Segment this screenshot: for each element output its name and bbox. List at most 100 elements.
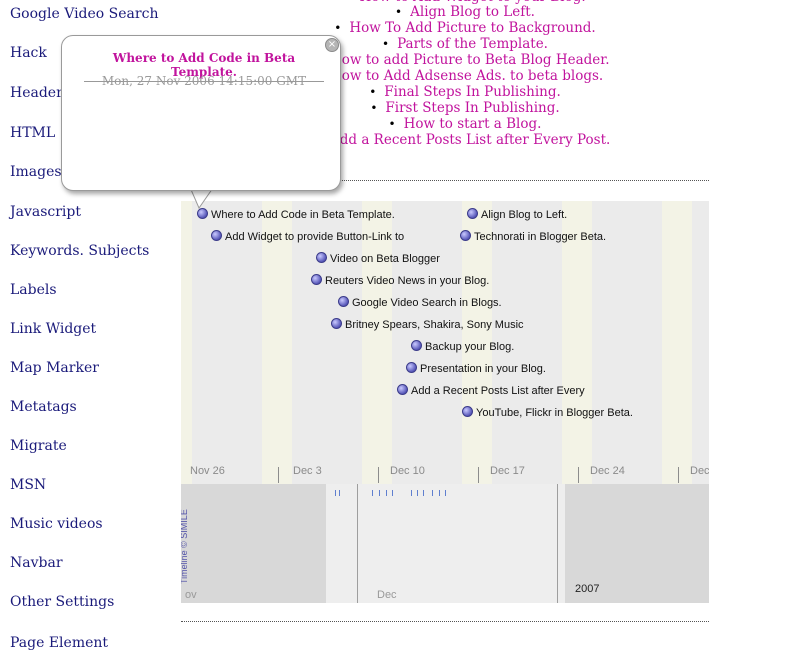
week-tick-line bbox=[478, 467, 479, 483]
sidebar-label-link[interactable]: Images bbox=[10, 164, 62, 180]
timeline-event[interactable]: Align Blog to Left. bbox=[467, 208, 567, 222]
event-dot-icon[interactable] bbox=[338, 296, 349, 307]
event-label[interactable]: Britney Spears, Shakira, Sony Music bbox=[345, 319, 524, 331]
recent-post-link[interactable]: Align Blog to Left. bbox=[410, 4, 535, 20]
week-tick-label: Dec 3 bbox=[293, 465, 322, 477]
sidebar-label-link[interactable]: Migrate bbox=[10, 438, 67, 454]
overview-event-marker bbox=[417, 490, 418, 496]
timeline-event[interactable]: Google Video Search in Blogs. bbox=[338, 296, 502, 310]
recent-post-item: • Final Steps In Publishing. bbox=[330, 84, 600, 100]
weekend-stripe bbox=[662, 201, 692, 484]
event-label[interactable]: Align Blog to Left. bbox=[481, 209, 567, 221]
timeline-event[interactable]: Video on Beta Blogger bbox=[316, 252, 440, 266]
bullet-icon: • bbox=[369, 85, 377, 99]
bullet-icon: • bbox=[334, 21, 342, 35]
recent-post-link[interactable]: Parts of the Template. bbox=[397, 36, 548, 52]
sidebar-label-link[interactable]: Javascript bbox=[10, 204, 81, 220]
sidebar-label-link[interactable]: Google Video Search bbox=[10, 6, 158, 22]
recent-post-link[interactable]: First Steps In Publishing. bbox=[385, 100, 559, 116]
bullet-icon: • bbox=[395, 5, 403, 19]
overview-event-marker bbox=[379, 490, 380, 496]
event-dot-icon[interactable] bbox=[411, 340, 422, 351]
timeline-event[interactable]: Add Widget to provide Button-Link to bbox=[211, 230, 404, 244]
sidebar-label-link[interactable]: Music videos bbox=[10, 516, 103, 532]
event-dot-icon[interactable] bbox=[397, 384, 408, 395]
event-dot-icon[interactable] bbox=[197, 208, 208, 219]
event-dot-icon[interactable] bbox=[460, 230, 471, 241]
recent-post-link[interactable]: How to start a Blog. bbox=[404, 116, 542, 132]
close-icon[interactable]: × bbox=[325, 38, 339, 52]
timeline-detail-band[interactable]: Where to Add Code in Beta Template. Align… bbox=[181, 201, 709, 484]
event-dot-icon[interactable] bbox=[406, 362, 417, 373]
sidebar-label-link[interactable]: Navbar bbox=[10, 555, 63, 571]
week-tick-line bbox=[578, 467, 579, 483]
timeline-event[interactable]: Reuters Video News in your Blog. bbox=[311, 274, 489, 288]
recent-post-item: • Parts of the Template. bbox=[330, 36, 600, 52]
month-label: 2007 bbox=[575, 583, 600, 595]
event-label[interactable]: Backup your Blog. bbox=[425, 341, 514, 353]
event-dot-icon[interactable] bbox=[331, 318, 342, 329]
timeline-event[interactable]: YouTube, Flickr in Blogger Beta. bbox=[462, 406, 633, 420]
timeline-event[interactable]: Britney Spears, Shakira, Sony Music bbox=[331, 318, 524, 332]
event-label[interactable]: Reuters Video News in your Blog. bbox=[325, 275, 489, 287]
event-dot-icon[interactable] bbox=[462, 406, 473, 417]
recent-post-item: How to Add Adsense Ads. to beta blogs. bbox=[330, 68, 603, 84]
week-tick-label: Dec 24 bbox=[590, 465, 625, 477]
overview-event-marker bbox=[432, 490, 433, 496]
event-label[interactable]: Presentation in your Blog. bbox=[420, 363, 546, 375]
event-dot-icon[interactable] bbox=[211, 230, 222, 241]
recent-post-link[interactable]: Add a Recent Posts List after Every Post… bbox=[330, 132, 610, 148]
popup-date: Mon, 27 Nov 2006 14:15:00 GMT bbox=[101, 74, 307, 88]
recent-post-link[interactable]: Final Steps In Publishing. bbox=[384, 84, 561, 100]
week-tick-label: Dec bbox=[690, 465, 709, 477]
weekend-stripe bbox=[181, 201, 192, 484]
bullet-icon: • bbox=[388, 117, 396, 131]
divider-bottom bbox=[181, 621, 709, 622]
timeline-event[interactable]: Presentation in your Blog. bbox=[406, 362, 546, 376]
sidebar-label-link[interactable]: Link Widget bbox=[10, 321, 96, 337]
timeline-widget[interactable]: Where to Add Code in Beta Template. Align… bbox=[181, 201, 709, 603]
timeline-credit: Timeline © SIMILE bbox=[181, 509, 189, 584]
event-dot-icon[interactable] bbox=[467, 208, 478, 219]
sidebar-label-link[interactable]: Keywords. Subjects bbox=[10, 243, 149, 259]
event-label[interactable]: Add a Recent Posts List after Every bbox=[411, 385, 585, 397]
timeline-event[interactable]: Add a Recent Posts List after Every bbox=[397, 384, 585, 398]
bullet-icon: • bbox=[370, 101, 378, 115]
event-label[interactable]: YouTube, Flickr in Blogger Beta. bbox=[476, 407, 633, 419]
timeline-event[interactable]: Backup your Blog. bbox=[411, 340, 514, 354]
timeline-event[interactable]: Where to Add Code in Beta Template. bbox=[197, 208, 395, 222]
recent-post-link[interactable]: How to add Picture to Beta Blog Header. bbox=[330, 52, 610, 68]
sidebar-label-link[interactable]: Header bbox=[10, 85, 63, 101]
sidebar-label-link[interactable]: Labels bbox=[10, 282, 57, 298]
month-divider bbox=[357, 484, 358, 603]
overview-highlight-window[interactable] bbox=[326, 484, 565, 603]
recent-post-item: • How to start a Blog. bbox=[330, 116, 600, 132]
sidebar-label-link[interactable]: Page Element bbox=[10, 635, 108, 651]
event-label[interactable]: Add Widget to provide Button-Link to bbox=[225, 231, 404, 243]
recent-post-link[interactable]: How To Add Picture to Background. bbox=[349, 20, 595, 36]
sidebar-label-link[interactable]: Hack bbox=[10, 45, 47, 61]
event-label[interactable]: Technorati in Blogger Beta. bbox=[474, 231, 606, 243]
recent-post-link[interactable]: How to Add Adsense Ads. to beta blogs. bbox=[330, 68, 603, 84]
sidebar-label-link[interactable]: Metatags bbox=[10, 399, 77, 415]
sidebar-label-link[interactable]: HTML bbox=[10, 125, 55, 141]
event-label[interactable]: Video on Beta Blogger bbox=[330, 253, 440, 265]
timeline-overview-band[interactable]: Timeline © SIMILE ov Dec 2007 bbox=[181, 484, 709, 603]
month-label: Dec bbox=[377, 589, 397, 601]
overview-event-marker bbox=[411, 490, 412, 496]
overview-event-marker bbox=[439, 490, 440, 496]
overview-event-marker bbox=[339, 490, 340, 496]
week-tick-line bbox=[378, 467, 379, 483]
event-dot-icon[interactable] bbox=[311, 274, 322, 285]
event-label[interactable]: Google Video Search in Blogs. bbox=[352, 297, 502, 309]
sidebar-label-link[interactable]: MSN bbox=[10, 477, 46, 493]
sidebar-label-link[interactable]: Map Marker bbox=[10, 360, 99, 376]
timeline-event[interactable]: Technorati in Blogger Beta. bbox=[460, 230, 606, 244]
recent-post-item: • How To Add Picture to Background. bbox=[330, 20, 600, 36]
sidebar-label-link[interactable]: Other Settings bbox=[10, 594, 114, 610]
event-dot-icon[interactable] bbox=[316, 252, 327, 263]
overview-event-marker bbox=[392, 490, 393, 496]
month-label: ov bbox=[185, 589, 197, 601]
event-label[interactable]: Where to Add Code in Beta Template. bbox=[211, 209, 395, 221]
overview-event-marker bbox=[423, 490, 424, 496]
